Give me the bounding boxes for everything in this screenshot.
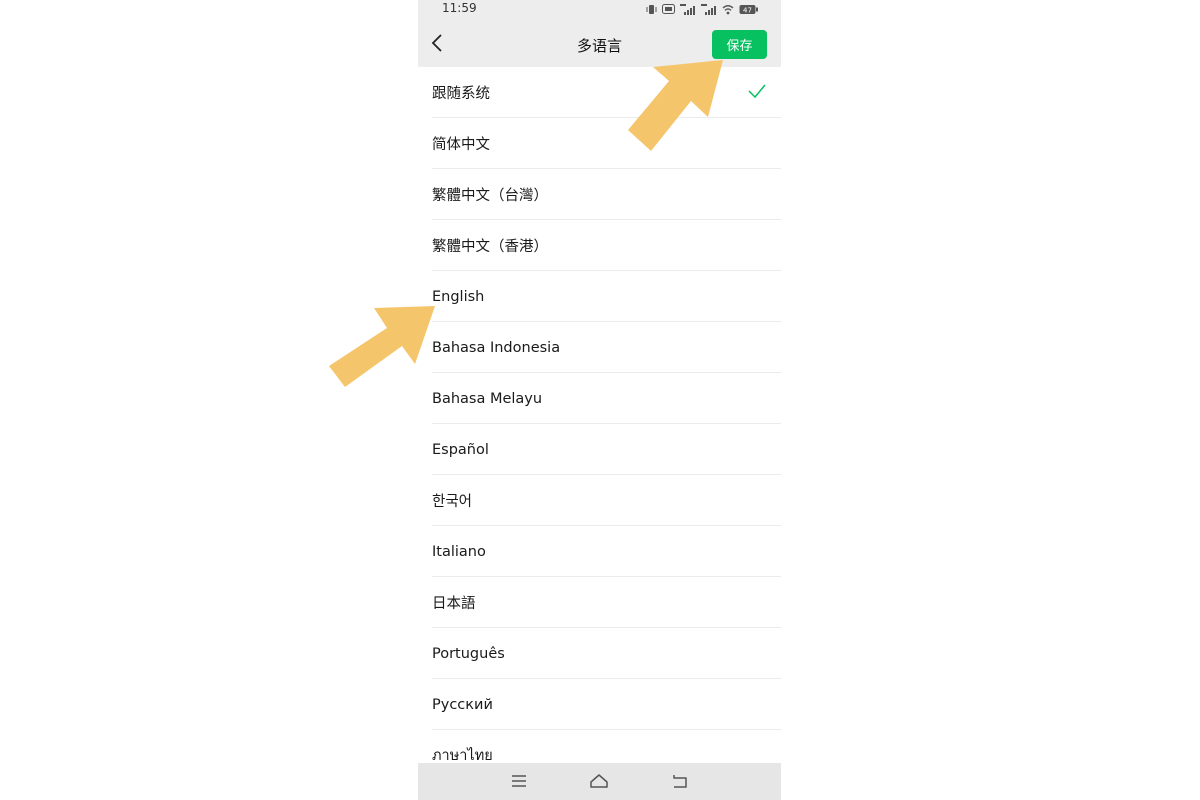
lang-label: English bbox=[432, 288, 485, 305]
vibrate-icon bbox=[646, 4, 657, 14]
nav-bar: 多语言 保存 bbox=[418, 20, 781, 67]
wifi-icon bbox=[722, 4, 734, 14]
lang-label: Bahasa Melayu bbox=[432, 390, 543, 407]
lang-item-thai[interactable]: ภาษาไทย bbox=[418, 730, 781, 763]
lang-item-follow-system[interactable]: 跟随系统 bbox=[418, 67, 781, 118]
lang-label: 繁體中文（香港） bbox=[432, 239, 548, 255]
battery-icon: 47 bbox=[739, 4, 758, 14]
lang-label: Русский bbox=[432, 696, 493, 713]
save-button[interactable]: 保存 bbox=[712, 30, 767, 59]
hd-icon bbox=[662, 4, 675, 14]
status-icons: 47 bbox=[646, 3, 759, 15]
lang-label: 한국어 bbox=[432, 494, 473, 510]
lang-item-espanol[interactable]: Español bbox=[418, 424, 781, 475]
lang-item-english[interactable]: English bbox=[418, 271, 781, 322]
lang-item-traditional-chinese-taiwan[interactable]: 繁體中文（台灣） bbox=[418, 169, 781, 220]
back-icon[interactable] bbox=[671, 773, 689, 789]
battery-level: 47 bbox=[743, 6, 752, 14]
lang-label: 简体中文 bbox=[432, 137, 490, 153]
lang-label: Italiano bbox=[432, 543, 486, 560]
lang-label: 繁體中文（台灣） bbox=[432, 188, 548, 204]
check-icon bbox=[748, 84, 766, 99]
signal-4g-icon bbox=[680, 3, 695, 15]
lang-item-korean[interactable]: 한국어 bbox=[418, 475, 781, 526]
menu-icon[interactable] bbox=[510, 773, 528, 789]
lang-item-bahasa-indonesia[interactable]: Bahasa Indonesia bbox=[418, 322, 781, 373]
signal-4g-icon bbox=[701, 3, 716, 15]
lang-label: Español bbox=[432, 441, 489, 458]
lang-item-portugues[interactable]: Português bbox=[418, 628, 781, 679]
home-icon[interactable] bbox=[589, 773, 609, 789]
status-time: 11:59 bbox=[442, 1, 477, 15]
lang-item-traditional-chinese-hongkong[interactable]: 繁體中文（香港） bbox=[418, 220, 781, 271]
lang-label: 日本語 bbox=[432, 596, 476, 612]
lang-label: Português bbox=[432, 645, 505, 662]
language-list: 跟随系统 简体中文 繁體中文（台灣） 繁體中文（香港） English Baha… bbox=[418, 67, 781, 763]
status-bar: 11:59 47 bbox=[418, 0, 781, 20]
lang-label: 跟随系统 bbox=[432, 86, 490, 102]
lang-item-italiano[interactable]: Italiano bbox=[418, 526, 781, 577]
system-navigation-bar bbox=[418, 763, 781, 800]
lang-item-japanese[interactable]: 日本語 bbox=[418, 577, 781, 628]
lang-item-bahasa-melayu[interactable]: Bahasa Melayu bbox=[418, 373, 781, 424]
lang-item-simplified-chinese[interactable]: 简体中文 bbox=[418, 118, 781, 169]
lang-item-russian[interactable]: Русский bbox=[418, 679, 781, 730]
lang-label: ภาษาไทย bbox=[432, 748, 493, 763]
phone-screen: 11:59 47 多语言 保存 跟随系统 简体中文 繁體中文（台灣） 繁體中文（… bbox=[418, 0, 781, 800]
lang-label: Bahasa Indonesia bbox=[432, 339, 561, 356]
